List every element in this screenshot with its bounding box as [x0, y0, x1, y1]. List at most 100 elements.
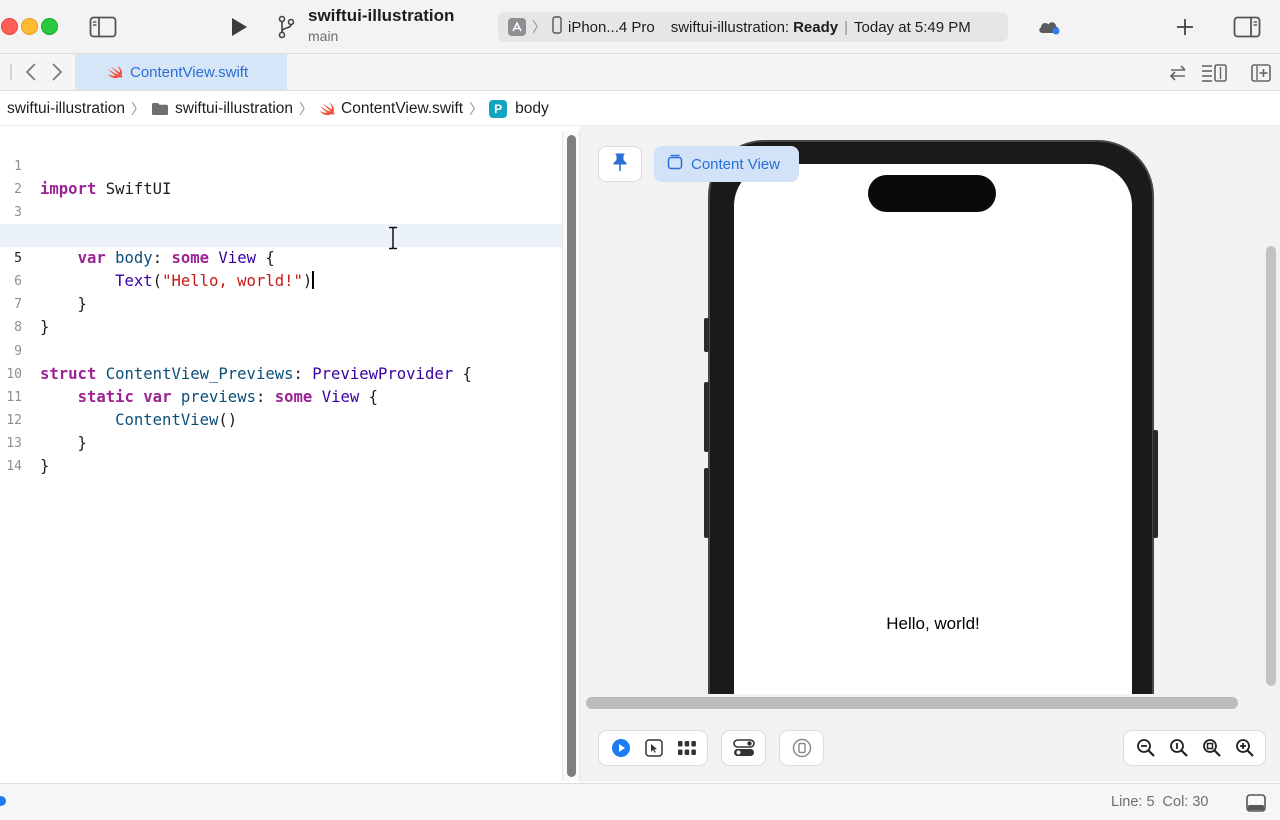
project-name[interactable]: swiftui-illustration	[308, 6, 454, 26]
code-line[interactable]: 14	[0, 432, 562, 474]
add-icon[interactable]	[1172, 14, 1198, 40]
code-line[interactable]: 6 }	[0, 247, 562, 313]
folder-icon	[151, 102, 169, 116]
canvas-vertical-scrollbar[interactable]	[1266, 246, 1276, 686]
code-line[interactable]: 12 }	[0, 386, 562, 452]
zoom-actual-icon	[1169, 739, 1188, 757]
code-line[interactable]: 3 struct ContentView: View {	[0, 178, 562, 244]
selectable-mode-button[interactable]	[637, 731, 670, 765]
swift-icon	[319, 102, 335, 116]
editor-tab-bar: ContentView.swift	[0, 54, 1280, 91]
editor-scrollbar[interactable]	[562, 131, 580, 781]
phone-volume-up-button	[704, 382, 709, 452]
run-icon[interactable]	[226, 13, 252, 41]
live-preview-button[interactable]	[604, 731, 637, 765]
code-line[interactable]: 11 ContentView()	[0, 363, 562, 429]
code-line-current[interactable]: 5 Text("Hello, world!")	[0, 224, 562, 290]
breadcrumb-file[interactable]: ContentView.swift	[319, 100, 463, 118]
pin-icon	[612, 152, 628, 177]
build-status-project: swiftui-illustration:	[670, 18, 790, 36]
breadcrumb-label: swiftui-illustration	[175, 99, 294, 117]
breadcrumb-group[interactable]: swiftui-illustration	[151, 100, 293, 118]
build-status-state: Ready	[793, 18, 839, 36]
preview-hello-text[interactable]: Hello, world!	[734, 614, 1132, 634]
back-chevron-icon[interactable]	[20, 60, 42, 84]
minimize-window-button[interactable]	[21, 18, 38, 35]
play-circle-icon	[611, 739, 630, 757]
toggle-settings-icon	[732, 739, 755, 756]
device-settings-button[interactable]	[779, 730, 824, 766]
zoom-in-icon	[1235, 739, 1254, 757]
zoom-window-button[interactable]	[41, 18, 58, 35]
editor-options-icon[interactable]	[1200, 62, 1228, 84]
build-status-time: Today at 5:49 PM	[854, 18, 971, 36]
code-line[interactable]: 8	[0, 293, 562, 335]
editor-status-bar: Line: 5 Col: 30	[0, 783, 1280, 820]
iphone-icon	[552, 16, 562, 38]
add-editor-icon[interactable]	[1248, 62, 1274, 84]
source-editor[interactable]: 1 import SwiftUI 2 3 struct ContentView:…	[0, 131, 562, 781]
dynamic-island	[868, 175, 996, 212]
code-line[interactable]: 13 }	[0, 409, 562, 475]
tab-bar-handle	[6, 62, 16, 82]
cursor-select-icon	[644, 739, 663, 757]
chevron-right-icon: 〉	[469, 100, 484, 117]
phone-volume-down-button	[704, 468, 709, 538]
code-text: }	[40, 457, 50, 475]
editor-scroll-thumb[interactable]	[567, 135, 576, 777]
phone-power-button	[1153, 430, 1158, 538]
forward-chevron-icon[interactable]	[46, 60, 68, 84]
code-line[interactable]: 1 import SwiftUI	[0, 132, 562, 198]
tab-contentview-swift[interactable]: ContentView.swift	[75, 54, 287, 90]
breadcrumb-symbol[interactable]: P body	[489, 99, 549, 118]
pin-preview-button[interactable]	[598, 146, 642, 182]
ibeam-cursor-icon	[387, 226, 399, 255]
debug-area-toggle-icon[interactable]	[1244, 792, 1268, 814]
variants-button[interactable]	[670, 731, 703, 765]
swap-arrows-icon[interactable]	[1166, 62, 1190, 84]
device-circle-icon	[792, 738, 811, 758]
preview-page-icon	[667, 154, 683, 174]
status-indicator-dot	[0, 796, 6, 806]
zoom-out-button[interactable]	[1129, 731, 1162, 765]
breadcrumb-label: ContentView.swift	[341, 99, 464, 117]
inspector-toggle-icon[interactable]	[1232, 14, 1262, 40]
chevron-right-icon: 〉	[131, 100, 146, 117]
chevron-right-icon: 〉	[299, 100, 314, 117]
property-badge-icon: P	[489, 99, 508, 118]
navigator-toggle-icon[interactable]	[88, 14, 118, 40]
zoom-controls-group	[1123, 730, 1266, 766]
activity-viewer[interactable]: 〉 iPhon...4 Pro swiftui-illustration: Re…	[498, 12, 1008, 42]
breadcrumb-label: body	[515, 99, 549, 117]
preview-screen[interactable]: Hello, world!	[734, 164, 1132, 724]
zoom-out-icon	[1136, 739, 1155, 757]
tab-label: ContentView.swift	[130, 63, 249, 81]
cursor-position: Line: 5 Col: 30	[1111, 794, 1209, 810]
line-number: 14	[6, 459, 22, 474]
grid-icon	[677, 741, 696, 755]
branch-name: main	[308, 28, 339, 44]
canvas-settings-button[interactable]	[721, 730, 766, 766]
column-indicator: Col: 30	[1162, 794, 1209, 810]
preview-content-view-chip[interactable]: Content View	[654, 146, 799, 182]
code-line[interactable]: 4 var body: some View {	[0, 201, 562, 267]
cloud-icon[interactable]	[1036, 15, 1062, 39]
zoom-in-button[interactable]	[1228, 731, 1261, 765]
canvas-horizontal-scrollbar[interactable]	[586, 697, 1238, 709]
preview-canvas[interactable]: Hello, world! Content View	[580, 126, 1280, 782]
code-line[interactable]: 9 struct ContentView_Previews: PreviewPr…	[0, 317, 562, 383]
close-window-button[interactable]	[1, 18, 18, 35]
code-line[interactable]: 2	[0, 155, 562, 197]
iphone-preview-frame: Hello, world!	[704, 140, 1158, 724]
breadcrumb-project[interactable]: swiftui-illustration	[7, 100, 125, 118]
zoom-actual-size-button[interactable]	[1162, 731, 1195, 765]
code-line[interactable]: 10 static var previews: some View {	[0, 340, 562, 406]
code-line[interactable]: 7 }	[0, 270, 562, 336]
branch-icon[interactable]	[274, 14, 298, 40]
scheme-app-icon[interactable]	[508, 18, 526, 36]
zoom-to-fit-button[interactable]	[1195, 731, 1228, 765]
preview-chip-label: Content View	[691, 155, 780, 173]
run-destination[interactable]: iPhon...4 Pro	[568, 19, 655, 36]
line-indicator: Line: 5	[1111, 794, 1155, 810]
breadcrumb-label: swiftui-illustration	[7, 99, 126, 117]
